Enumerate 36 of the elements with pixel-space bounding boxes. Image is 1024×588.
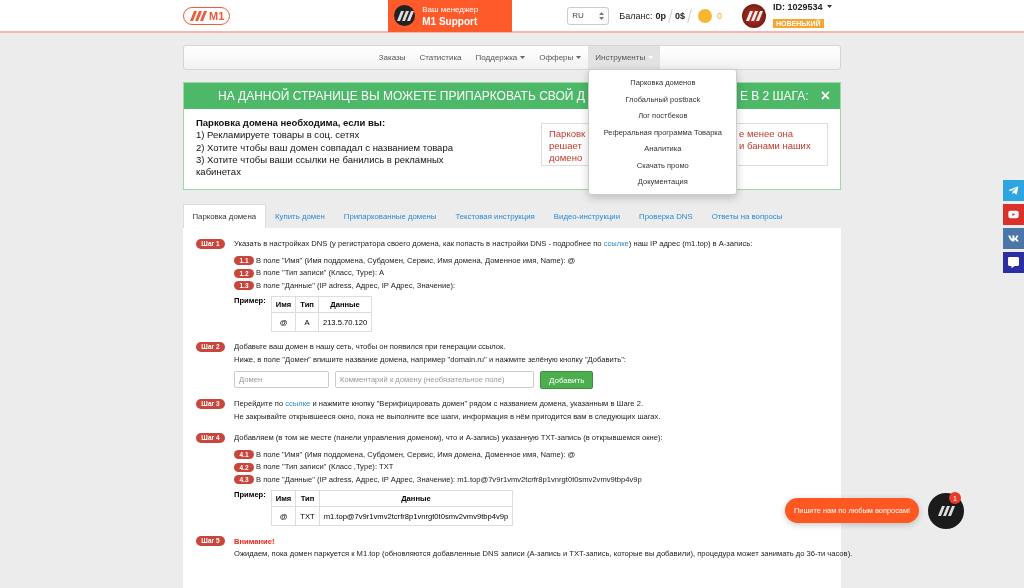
stripes-icon xyxy=(937,506,955,516)
telegram-icon[interactable] xyxy=(1003,180,1024,201)
balance-label: Баланс: xyxy=(619,10,653,21)
nav-item[interactable]: Поддержка xyxy=(468,46,533,69)
stripes-icon xyxy=(395,10,414,21)
vk-icon[interactable] xyxy=(1003,228,1024,249)
balance-usd: 0$ xyxy=(674,10,685,21)
notice-text: е менее она xyxy=(739,128,794,139)
language-select[interactable]: RU xyxy=(567,6,610,25)
nav-item[interactable]: Заказы xyxy=(371,46,413,69)
user-id: ID: 1029534 xyxy=(772,1,823,12)
reason-text: 3) Хотите чтобы ваши ссылки не банились в рекламных кабинетах xyxy=(196,154,445,179)
coin-icon xyxy=(697,8,712,23)
user-avatar[interactable] xyxy=(741,3,766,28)
banner-title: Е В 2 ШАГА: xyxy=(739,89,809,103)
notice-text: домено xyxy=(549,152,584,163)
manager-name: M1 Support xyxy=(422,15,479,27)
reason-text: 1) Рекламируете товары в соц. сетях xyxy=(196,129,361,142)
notice-text: и банами наших xyxy=(739,140,812,151)
notice-text: Парковк xyxy=(549,128,585,139)
stripes-icon xyxy=(189,10,207,21)
chat-button[interactable] xyxy=(928,493,964,529)
nav-item[interactable]: Статистика xyxy=(412,46,469,69)
notice-text: решает xyxy=(549,140,583,151)
manager-caption: Ваш менеджер xyxy=(422,4,479,14)
nav-item[interactable]: Офферы xyxy=(532,46,589,69)
youtube-icon[interactable] xyxy=(1003,204,1024,225)
updown-icon xyxy=(599,11,605,20)
stripes-icon xyxy=(744,10,763,21)
balance-rub: 0р xyxy=(655,10,666,21)
coin-count: 0 xyxy=(716,10,722,21)
caret-icon xyxy=(826,5,832,8)
reason-text: 2) Хотите чтобы ваш домен совпадал с названием товара xyxy=(196,141,454,155)
chat-icon[interactable] xyxy=(1003,252,1024,273)
intro-title: Парковка домена необходима, если вы: xyxy=(196,117,387,130)
banner-title: НА ДАННОЙ СТРАНИЦЕ ВЫ МОЖЕТЕ ПРИПАРКОВАТЬ СВОЙ Д xyxy=(218,89,585,103)
